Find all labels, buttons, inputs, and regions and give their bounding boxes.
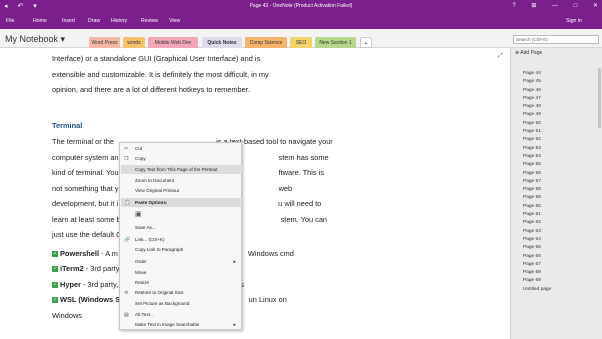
page-list-item[interactable]: Page 61	[511, 211, 602, 219]
page-list-item[interactable]: Page 45	[511, 78, 602, 86]
page-list-item[interactable]: Page 66	[511, 253, 602, 261]
page-list-item[interactable]: Page 50	[511, 120, 602, 128]
scrollbar[interactable]	[598, 68, 601, 128]
title-bar: ◂ ↶ ▾ Page 43 - OneNote (Product Activat…	[0, 0, 602, 13]
add-page-button[interactable]: ⊕ Add Page	[515, 50, 542, 56]
paste-keep-icon[interactable]: ▣	[135, 210, 142, 218]
page-list-item[interactable]: Page 47	[511, 95, 602, 103]
page-list-item[interactable]: Page 59	[511, 194, 602, 202]
notebook-bar: My Notebook ▾ Word Press words Mobile We…	[0, 29, 602, 48]
menu-zoom-document[interactable]: Zoom to Document	[135, 178, 174, 183]
paste-options-label: Paste Options:	[135, 200, 168, 205]
menu-file[interactable]: File	[6, 18, 14, 24]
page-list-item[interactable]: Page 68	[511, 269, 602, 277]
page-list-item[interactable]: Page 57	[511, 178, 602, 186]
page-list-item[interactable]: Page 53	[511, 145, 602, 153]
tab-new-section-1[interactable]: New Section 1	[315, 37, 356, 48]
page-list-item[interactable]: Page 51	[511, 128, 602, 136]
menu-view-printout[interactable]: View Original Printout	[135, 188, 179, 193]
menu-make-searchable[interactable]: Make Text in Image Searchable	[135, 322, 199, 327]
check-icon: ✓	[52, 281, 58, 288]
page-list-item[interactable]: Page 44	[511, 70, 602, 78]
page-list-panel: ⊕ Add Page Page 44 Page 45 Page 46 Page 47 P…	[510, 48, 602, 339]
tab-comp-science[interactable]: Comp Science	[245, 37, 287, 48]
menu-copy[interactable]: Copy	[135, 156, 146, 161]
menu-view[interactable]: View	[169, 18, 180, 24]
page-list-item[interactable]: Page 67	[511, 261, 602, 269]
add-section-button[interactable]: +	[360, 37, 372, 48]
page-list-item[interactable]: Page 56	[511, 170, 602, 178]
page-list-item[interactable]: Page 55	[511, 161, 602, 169]
page-list-item[interactable]: Page 54	[511, 153, 602, 161]
heading-terminal: Terminal	[52, 120, 83, 130]
menu-copy-text[interactable]: Copy Text from This Page of the Printout	[135, 167, 218, 172]
menu-resize[interactable]: Resize	[135, 280, 149, 285]
page-canvas[interactable]: Interface) or a standalone GUI (Graphica…	[0, 48, 510, 339]
notebook-dropdown[interactable]: My Notebook ▾	[5, 34, 65, 45]
page-list-item[interactable]: Page 58	[511, 186, 602, 194]
expand-icon[interactable]: ⤢	[498, 53, 503, 60]
tab-mobile-web-dev[interactable]: Mobile Web Dev	[148, 37, 198, 48]
menu-copy-link[interactable]: Copy Link to Paragraph	[135, 247, 183, 252]
window-controls[interactable]: ? ⊞ — □ ✕	[512, 2, 598, 9]
page-list-item[interactable]: Page 52	[511, 136, 602, 144]
copy-icon: ❐	[124, 156, 129, 162]
menu-insert[interactable]: Insert	[62, 18, 75, 24]
check-icon: ✓	[52, 250, 58, 257]
page-list-item[interactable]: Untitled page	[511, 286, 602, 294]
menu-alt-text[interactable]: Alt Text...	[135, 312, 154, 317]
menu-review[interactable]: Review	[141, 18, 158, 24]
page-list-item[interactable]: Page 62	[511, 219, 602, 227]
tab-words[interactable]: words	[123, 37, 145, 48]
menu-move[interactable]: Move	[135, 270, 146, 275]
page-list: Page 44 Page 45 Page 46 Page 47 Page 48 Page …	[511, 70, 602, 294]
menu-draw[interactable]: Draw	[88, 18, 100, 24]
note-content[interactable]: Interface) or a standalone GUI (Graphica…	[52, 51, 482, 323]
menu-home[interactable]: Home	[33, 18, 47, 24]
ribbon-menu: File Home Insert Draw History Review Vie…	[0, 13, 602, 29]
page-list-item[interactable]: Page 64	[511, 236, 602, 244]
page-list-item[interactable]: Page 48	[511, 103, 602, 111]
page-list-item[interactable]: Page 60	[511, 203, 602, 211]
search-input[interactable]: Search (Ctrl+E)	[513, 35, 599, 44]
tab-seo[interactable]: SEO	[290, 37, 312, 48]
menu-save-as[interactable]: Save As...	[135, 225, 156, 230]
tab-word-press[interactable]: Word Press	[89, 37, 120, 48]
menu-order[interactable]: Order	[135, 259, 147, 264]
page-list-item[interactable]: Page 63	[511, 228, 602, 236]
page-list-item[interactable]: Page 46	[511, 87, 602, 95]
check-icon: ✓	[52, 297, 58, 304]
link-icon: 🔗	[124, 237, 131, 243]
alt-text-icon: ▤	[124, 312, 129, 318]
check-icon: ✓	[52, 266, 58, 273]
menu-history[interactable]: History	[111, 18, 127, 24]
menu-restore-size[interactable]: Restore to Original Size	[135, 290, 184, 295]
menu-cut[interactable]: Cut	[135, 146, 142, 151]
menu-link[interactable]: Link... (Ctrl+K)	[135, 237, 164, 242]
page-list-item[interactable]: Page 69	[511, 277, 602, 285]
tab-quick-notes[interactable]: Quick Notes	[202, 37, 242, 48]
page-list-item[interactable]: Page 49	[511, 111, 602, 119]
cut-icon: ✂	[124, 146, 129, 152]
chevron-right-icon: ▸	[233, 322, 236, 328]
restore-icon: ⟲	[124, 290, 129, 296]
paste-icon: 📋	[124, 200, 131, 206]
menu-set-background[interactable]: Set Picture as Background	[135, 301, 189, 306]
page-list-item[interactable]: Page 65	[511, 244, 602, 252]
chevron-right-icon: ▸	[233, 259, 236, 265]
sign-in-link[interactable]: Sign in	[566, 18, 582, 24]
context-menu: ✂ Cut ❐ Copy Copy Text from This Page of…	[119, 142, 242, 330]
